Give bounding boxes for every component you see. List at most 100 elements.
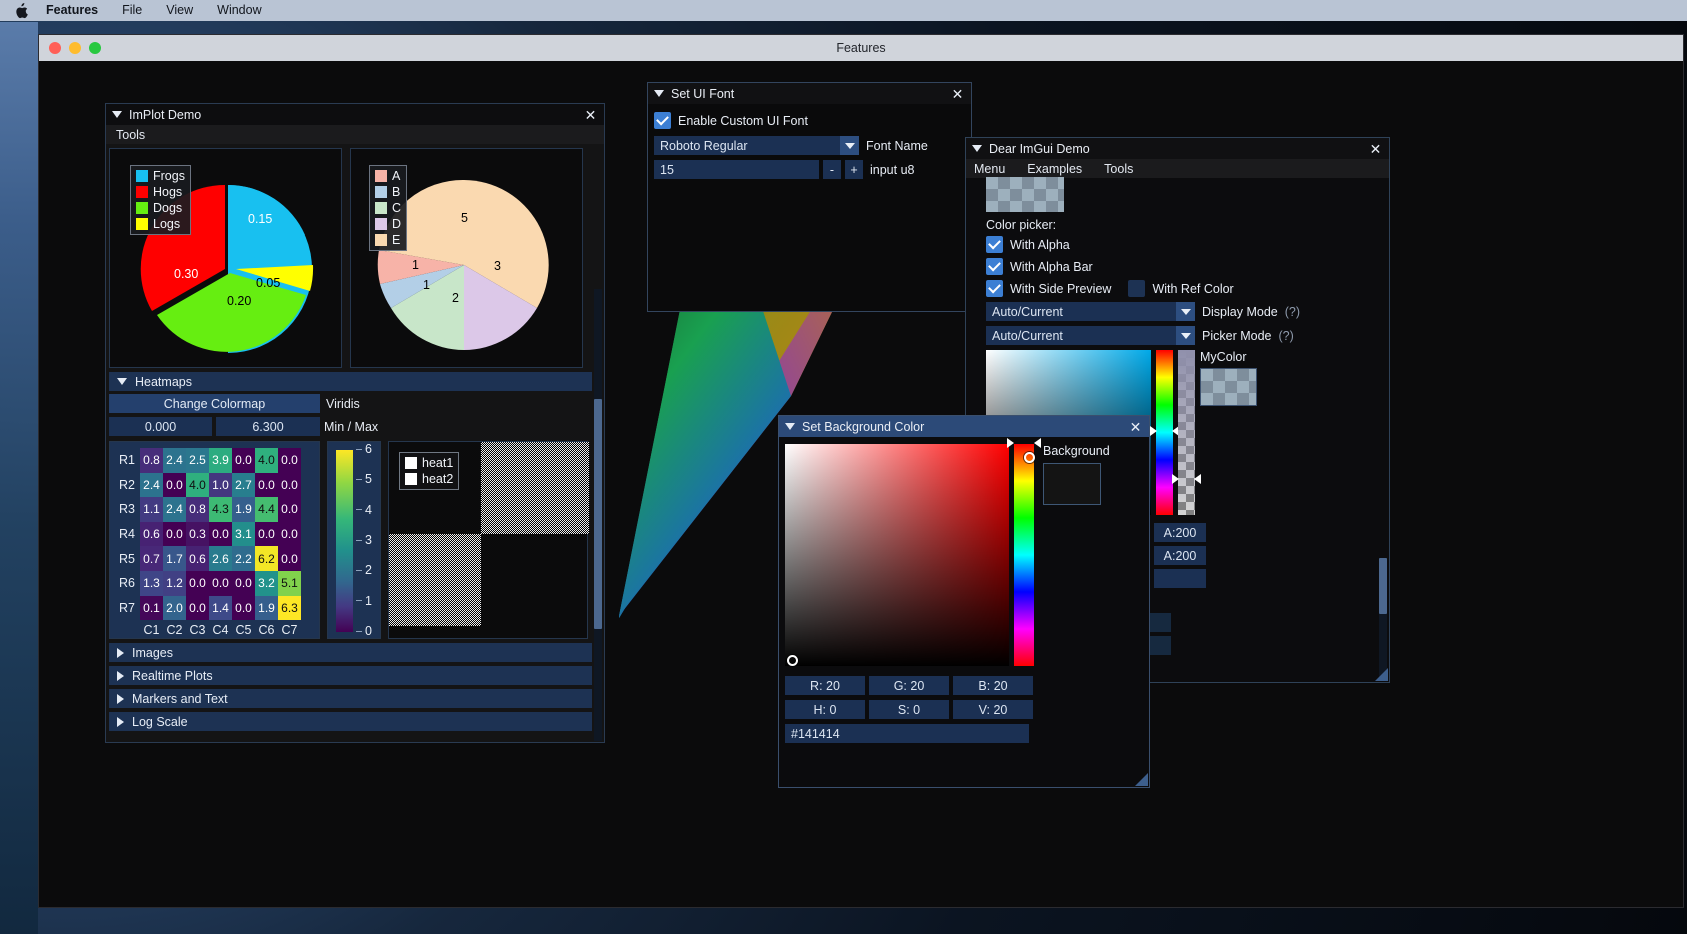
collapse-arrow-icon[interactable] bbox=[972, 145, 982, 152]
font-name-row[interactable]: Roboto Regular Font Name bbox=[654, 136, 965, 155]
heatmap-cell[interactable]: 0.0 bbox=[163, 521, 186, 547]
heatmap-cell[interactable]: 0.8 bbox=[140, 448, 163, 473]
heatmap-cell[interactable]: 0.0 bbox=[209, 570, 232, 596]
heatmap-cell[interactable]: 2.2 bbox=[232, 546, 255, 571]
set-ui-font-titlebar[interactable]: Set UI Font ✕ bbox=[648, 83, 971, 104]
picker-mode-help-icon[interactable]: (?) bbox=[1278, 329, 1293, 343]
bg-field-v[interactable]: V: 20 bbox=[953, 700, 1033, 719]
bg-rgb-row[interactable]: R: 20 G: 20 B: 20 bbox=[785, 676, 1143, 695]
bg-field-b[interactable]: B: 20 bbox=[953, 676, 1033, 695]
color-swatch-preview[interactable] bbox=[986, 177, 1064, 212]
heatmap-cell[interactable]: 0.6 bbox=[186, 546, 209, 571]
section-header-markers-and-text[interactable]: Markers and Text bbox=[109, 689, 592, 708]
heatmap-cell[interactable]: 2.4 bbox=[140, 472, 163, 498]
heatmap-cell[interactable]: 1.9 bbox=[255, 595, 278, 621]
menubar-item-features[interactable]: Features bbox=[34, 0, 110, 21]
collapse-arrow-icon[interactable] bbox=[654, 90, 664, 97]
heatmap-cell[interactable]: 0.1 bbox=[140, 595, 163, 621]
chevron-down-icon[interactable] bbox=[1176, 302, 1195, 321]
pie-chart-2[interactable]: A B C D E 1 1 2 3 5 bbox=[350, 148, 583, 368]
picker-mode-combo[interactable]: Auto/Current bbox=[986, 326, 1195, 345]
heatmap-cell[interactable]: 4.4 bbox=[255, 497, 278, 522]
set-background-color-titlebar[interactable]: Set Background Color ✕ bbox=[779, 416, 1149, 437]
implot-scrollbar-thumb[interactable] bbox=[594, 399, 602, 629]
heatmap-cell[interactable]: 2.5 bbox=[186, 448, 209, 473]
hex-extra-field[interactable] bbox=[1154, 569, 1206, 588]
heatmap-cell[interactable]: 1.1 bbox=[140, 497, 163, 522]
heatmap-cell[interactable]: 5.1 bbox=[278, 570, 301, 596]
menu-item-menu[interactable]: Menu bbox=[974, 162, 1005, 176]
heatmap-cell[interactable]: 3.1 bbox=[232, 521, 255, 547]
heatmap-max-input[interactable]: 6.300 bbox=[216, 417, 320, 436]
picker-mode-row[interactable]: Auto/Current Picker Mode (?) bbox=[986, 326, 1383, 345]
heatmap-cell[interactable]: 2.4 bbox=[163, 448, 186, 473]
close-icon[interactable]: ✕ bbox=[1368, 141, 1383, 156]
pie-chart-1[interactable]: Frogs Hogs Dogs Logs 0.15 0.30 0.20 0.05 bbox=[109, 148, 342, 368]
close-icon[interactable]: ✕ bbox=[583, 107, 598, 122]
image-plot-legend[interactable]: heat1 heat2 bbox=[399, 452, 460, 490]
change-colormap-button[interactable]: Change Colormap bbox=[109, 394, 320, 413]
alpha-bar[interactable] bbox=[1172, 350, 1201, 515]
implot-demo-titlebar[interactable]: ImPlot Demo ✕ bbox=[106, 104, 604, 125]
heatmap-cell[interactable]: 0.7 bbox=[140, 546, 163, 571]
heatmap-min-input[interactable]: 0.000 bbox=[109, 417, 212, 436]
pie-chart-2-legend[interactable]: A B C D E bbox=[369, 165, 408, 251]
heatmap-cell[interactable]: 6.3 bbox=[278, 595, 301, 621]
heatmap-cell[interactable]: 6.2 bbox=[255, 546, 278, 571]
with-side-preview-row[interactable]: With Side Preview With Ref Color bbox=[986, 280, 1383, 297]
legend-item[interactable]: C bbox=[375, 201, 401, 215]
set-background-color-window[interactable]: Set Background Color ✕ Background R: 20 … bbox=[778, 415, 1150, 788]
heatmap-cell[interactable]: 0.0 bbox=[186, 570, 209, 596]
bg-field-r[interactable]: R: 20 bbox=[785, 676, 865, 695]
section-header-images[interactable]: Images bbox=[109, 643, 592, 662]
enable-custom-ui-font-checkbox[interactable] bbox=[654, 112, 671, 129]
dear-imgui-demo-menubar[interactable]: Menu Examples Tools bbox=[966, 159, 1389, 178]
display-mode-row[interactable]: Auto/Current Display Mode (?) bbox=[986, 302, 1383, 321]
font-size-decrement-button[interactable]: - bbox=[823, 160, 841, 179]
heatmap-cell[interactable]: 0.0 bbox=[232, 570, 255, 596]
bg-sv-cursor[interactable] bbox=[787, 655, 798, 666]
app-window-titlebar[interactable]: Features bbox=[39, 35, 1683, 61]
heatmap-cell[interactable]: 0.0 bbox=[278, 546, 301, 571]
menu-item-tools[interactable]: Tools bbox=[116, 128, 145, 142]
menu-item-tools[interactable]: Tools bbox=[1104, 162, 1133, 176]
image-plot[interactable]: heat1 heat2 bbox=[388, 441, 589, 639]
menubar-item-window[interactable]: Window bbox=[205, 0, 273, 21]
bg-field-h[interactable]: H: 0 bbox=[785, 700, 865, 719]
heatmap-cell[interactable]: 4.3 bbox=[209, 497, 232, 522]
bg-color-picker-widget[interactable]: Background bbox=[785, 438, 1143, 666]
heatmap-cell[interactable]: 0.6 bbox=[140, 521, 163, 547]
font-size-input[interactable]: 15 bbox=[654, 160, 819, 179]
legend-item[interactable]: Hogs bbox=[136, 185, 185, 199]
font-name-combo[interactable]: Roboto Regular bbox=[654, 136, 859, 155]
close-icon[interactable]: ✕ bbox=[1128, 419, 1143, 434]
implot-demo-window[interactable]: ImPlot Demo ✕ Tools Frogs Hogs Dogs Logs… bbox=[105, 103, 605, 743]
resize-grip[interactable] bbox=[1375, 668, 1388, 681]
heatmap-cell[interactable]: 0.0 bbox=[209, 521, 232, 547]
collapse-arrow-icon[interactable] bbox=[785, 423, 795, 430]
heatmap-plot[interactable]: R1 0.8 2.4 2.5 3.9 0.0 4.0 0.0 R2 2.4 0.0 4.0 1.0 2.7… bbox=[109, 441, 320, 639]
imgui-demo-scrollbar-thumb[interactable] bbox=[1379, 558, 1387, 614]
heatmap-cell[interactable]: 0.0 bbox=[186, 595, 209, 621]
legend-item[interactable]: A bbox=[375, 169, 401, 183]
section-header-realtime-plots[interactable]: Realtime Plots bbox=[109, 666, 592, 685]
legend-item[interactable]: Frogs bbox=[136, 169, 185, 183]
heatmap-cell[interactable]: 1.3 bbox=[140, 570, 163, 596]
legend-item[interactable]: E bbox=[375, 233, 401, 247]
font-size-increment-button[interactable]: + bbox=[845, 160, 863, 179]
bg-hsv-row[interactable]: H: 0 S: 0 V: 20 bbox=[785, 700, 1143, 719]
pie-chart-1-legend[interactable]: Frogs Hogs Dogs Logs bbox=[130, 165, 191, 235]
font-size-row[interactable]: 15 - + input u8 bbox=[654, 160, 965, 179]
heatmap-cell[interactable]: 3.9 bbox=[209, 448, 232, 473]
close-icon[interactable]: ✕ bbox=[950, 86, 965, 101]
minmax-row[interactable]: 0.000 6.300 Min / Max bbox=[109, 417, 592, 436]
bg-hex-input[interactable]: #141414 bbox=[785, 724, 1029, 743]
sv-cursor[interactable] bbox=[1024, 452, 1035, 463]
display-mode-help-icon[interactable]: (?) bbox=[1285, 305, 1300, 319]
legend-item[interactable]: Dogs bbox=[136, 201, 185, 215]
section-header-heatmaps[interactable]: Heatmaps bbox=[109, 372, 592, 391]
heatmap-cell[interactable]: 1.4 bbox=[209, 595, 232, 621]
heatmap-cell[interactable]: 2.4 bbox=[163, 497, 186, 522]
legend-item[interactable]: heat2 bbox=[405, 472, 453, 486]
heatmap-cell[interactable]: 0.3 bbox=[186, 521, 209, 547]
